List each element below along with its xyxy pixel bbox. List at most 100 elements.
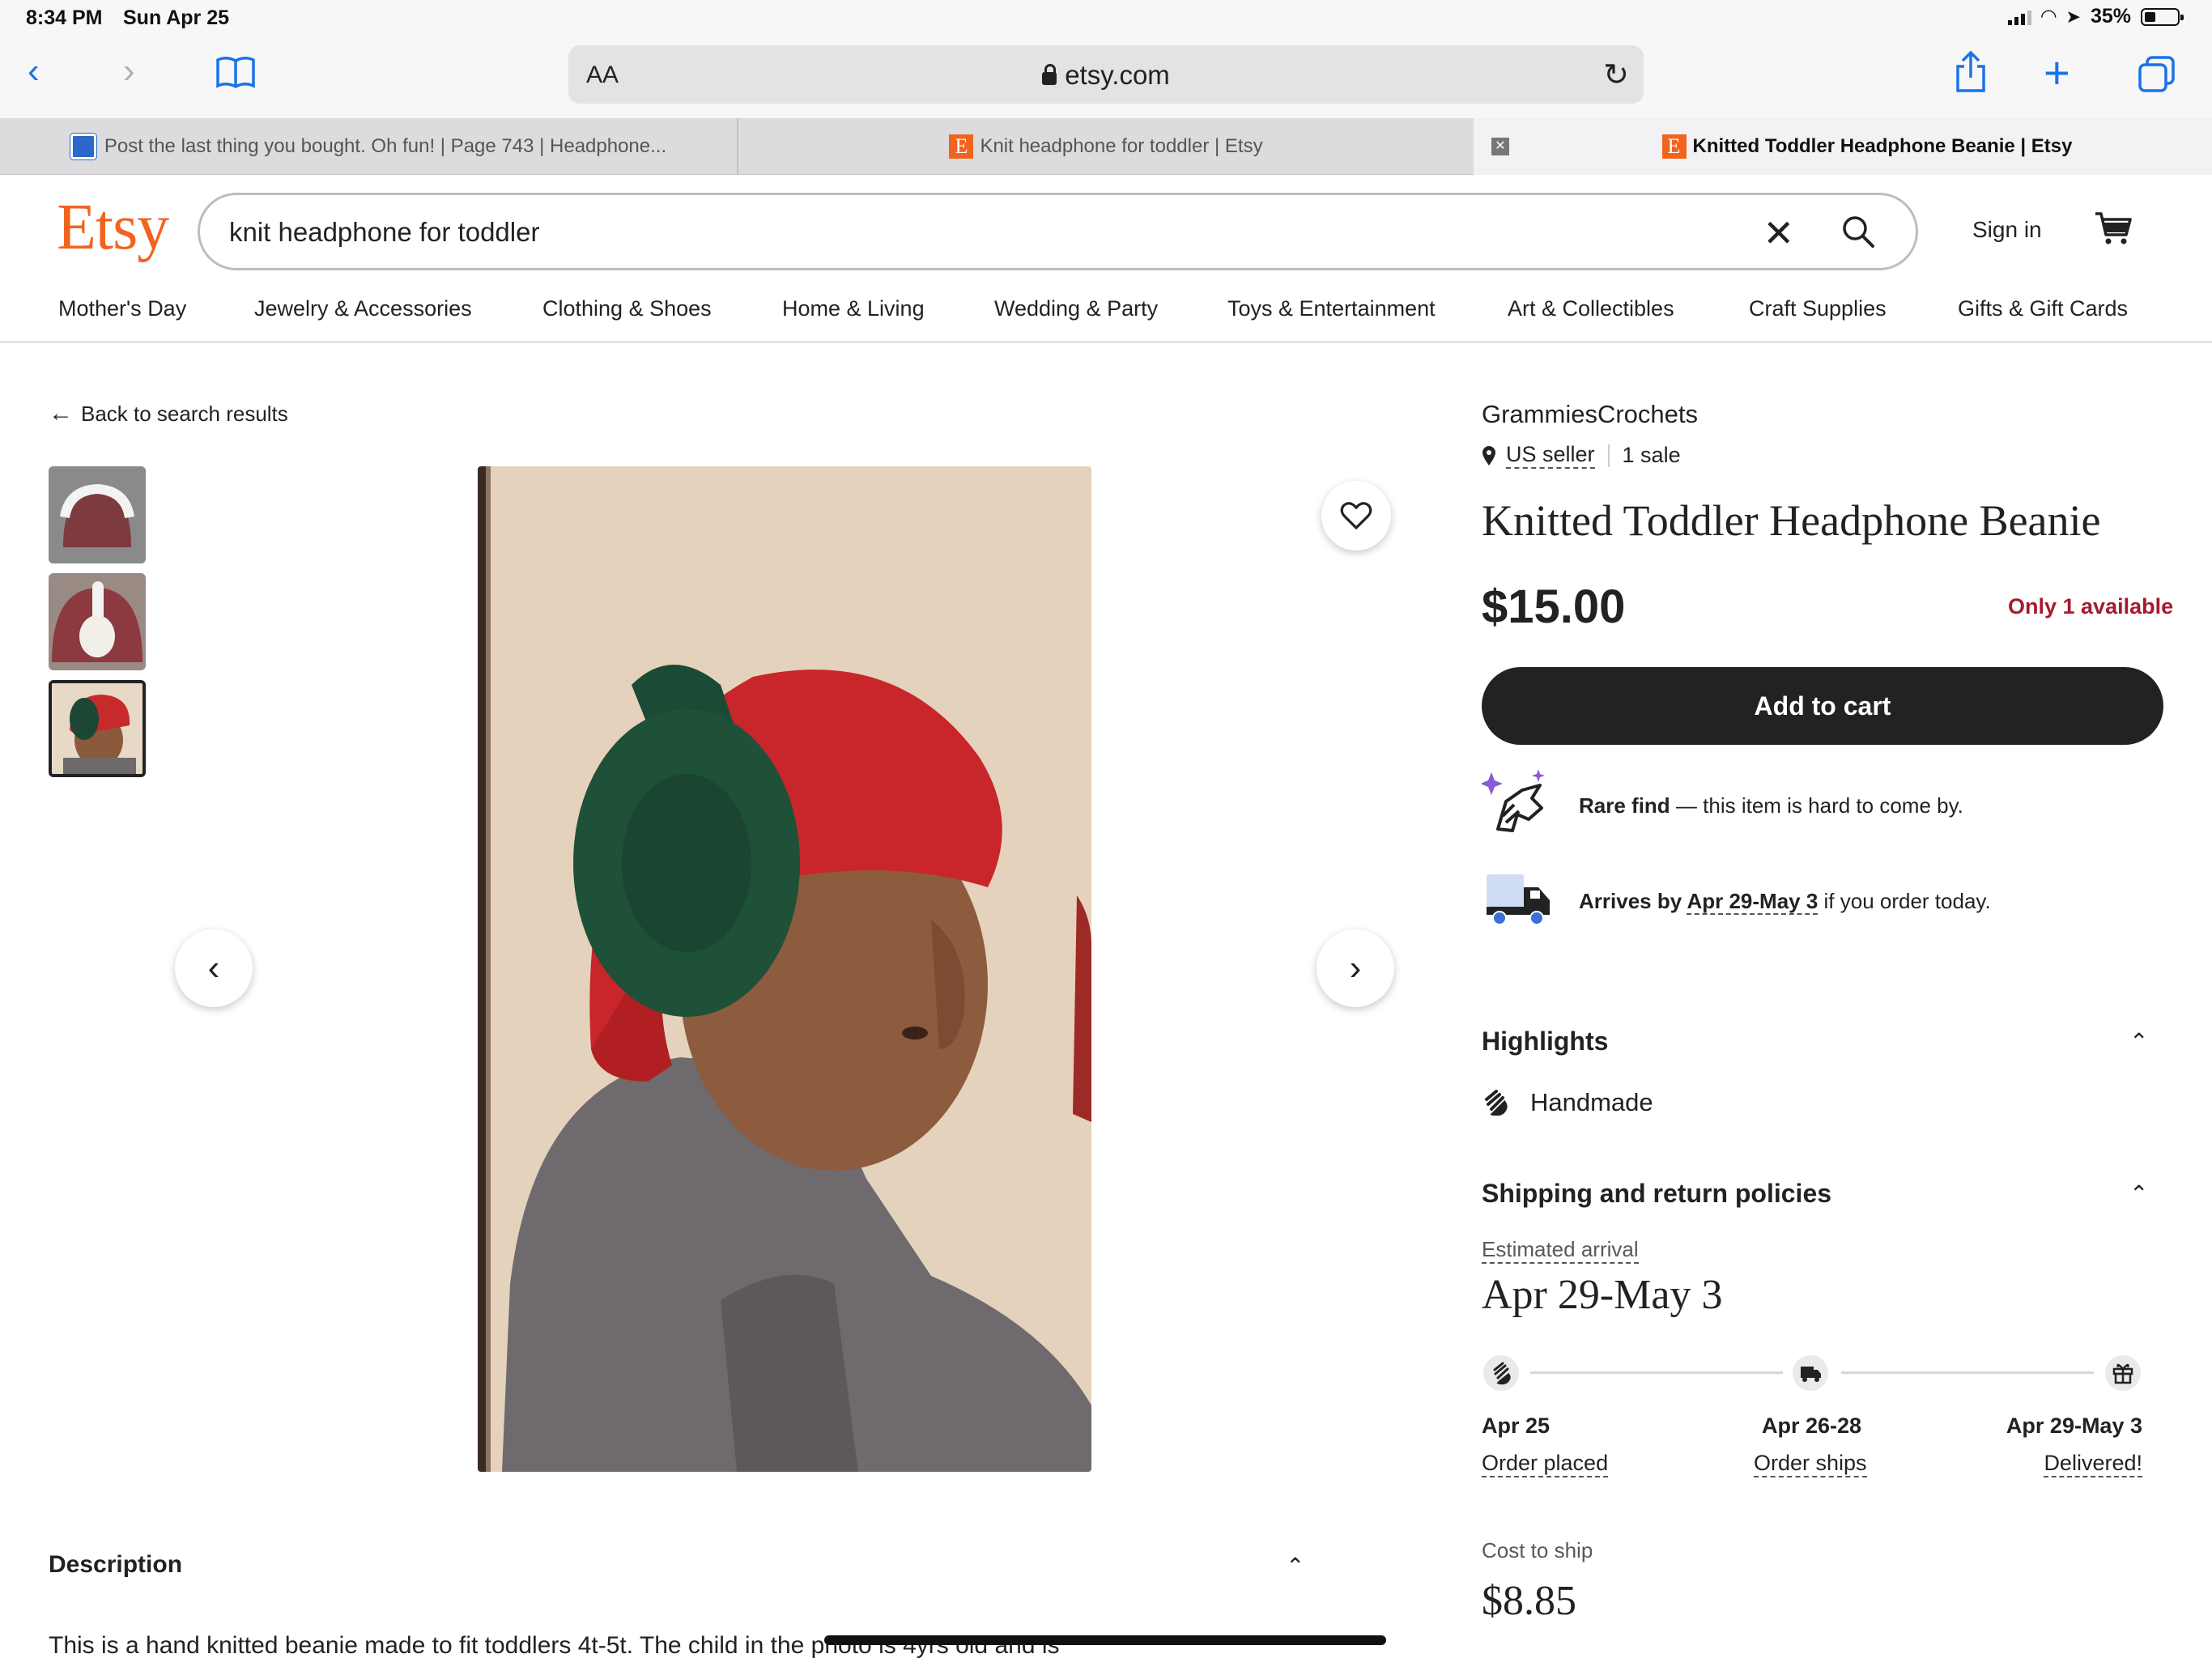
thumbnail-1[interactable]: [49, 466, 146, 563]
battery-percent: 35%: [2090, 5, 2131, 28]
product-title: Knitted Toddler Headphone Beanie: [1482, 496, 2101, 545]
add-to-cart-button[interactable]: Add to cart: [1482, 667, 2163, 745]
status-date: Sun Apr 25: [123, 6, 230, 29]
etsy-logo[interactable]: Etsy: [57, 191, 169, 265]
chevron-left-icon: ‹: [207, 948, 220, 988]
new-tab-icon[interactable]: +: [2044, 50, 2070, 96]
cart-icon[interactable]: [2094, 209, 2133, 248]
timeline-label-ships[interactable]: Order ships: [1754, 1451, 1867, 1477]
shipping-heading[interactable]: Shipping and return policies: [1482, 1179, 1831, 1209]
back-label: Back to search results: [81, 402, 288, 426]
tab-overview-icon[interactable]: [2138, 55, 2176, 94]
forum-favicon-icon: [70, 134, 96, 159]
favorite-button[interactable]: [1321, 481, 1391, 551]
sign-in-link[interactable]: Sign in: [1972, 217, 2042, 243]
rare-find-rest: — this item is hard to come by.: [1670, 793, 1963, 818]
thumbnail-3-selected[interactable]: [49, 680, 146, 777]
reload-icon[interactable]: ↻: [1603, 57, 1629, 93]
timeline-line: [1530, 1371, 1783, 1374]
lock-icon: [1042, 64, 1057, 85]
category-jewelry[interactable]: Jewelry & Accessories: [254, 296, 472, 321]
tab-etsy-search[interactable]: E Knit headphone for toddler | Etsy: [738, 118, 1474, 175]
tab-label: Knitted Toddler Headphone Beanie | Etsy: [1692, 135, 2073, 157]
arrives-suffix: if you order today.: [1818, 889, 1991, 913]
product-photo: [478, 466, 1091, 1472]
order-ships-icon: [1793, 1355, 1828, 1391]
status-right: ◠ ➤ 35%: [2008, 5, 2184, 28]
tab-label: Knit headphone for toddler | Etsy: [980, 135, 1263, 157]
close-tab-icon[interactable]: ✕: [1491, 138, 1509, 155]
category-art[interactable]: Art & Collectibles: [1508, 296, 1674, 321]
sales-count: 1 sale: [1622, 443, 1681, 467]
tab-headphone-forum[interactable]: Post the last thing you bought. Oh fun! …: [0, 118, 737, 175]
back-to-results-link[interactable]: ← Back to search results: [49, 400, 288, 427]
us-seller-link[interactable]: US seller: [1506, 442, 1595, 469]
category-craft[interactable]: Craft Supplies: [1749, 296, 1887, 321]
home-indicator[interactable]: [824, 1635, 1386, 1645]
category-toys[interactable]: Toys & Entertainment: [1227, 296, 1436, 321]
heart-icon: [1340, 502, 1372, 530]
chevron-up-icon[interactable]: ⌃: [2129, 1180, 2148, 1207]
arrow-left-icon: ←: [49, 400, 73, 427]
highlight-handmade: Handmade: [1530, 1088, 1653, 1116]
availability-label: Only 1 available: [2008, 594, 2174, 619]
product-price: $15.00: [1482, 580, 1626, 633]
category-mothers-day[interactable]: Mother's Day: [58, 296, 186, 321]
timeline-date-ships: Apr 26-28: [1762, 1414, 1862, 1438]
arrives-prefix: Arrives by: [1579, 889, 1687, 913]
address-bar[interactable]: AA etsy.com ↻: [568, 45, 1644, 104]
chevron-up-icon[interactable]: ⌃: [2129, 1028, 2148, 1055]
shop-name-link[interactable]: GrammiesCrochets: [1482, 400, 1698, 429]
cellular-signal-icon: [2008, 9, 2032, 25]
category-nav: Mother's Day Jewelry & Accessories Cloth…: [0, 293, 2212, 343]
share-icon[interactable]: [1953, 50, 1989, 94]
search-icon[interactable]: [1841, 215, 1875, 249]
thumbnail-3-image: [52, 683, 143, 774]
separator: [1607, 444, 1610, 467]
arrives-date-link[interactable]: Apr 29-May 3: [1687, 889, 1819, 915]
next-image-button[interactable]: ›: [1317, 929, 1394, 1007]
url-display[interactable]: etsy.com: [568, 60, 1644, 91]
tab-etsy-listing[interactable]: E Knitted Toddler Headphone Beanie | Ets…: [1474, 118, 2212, 175]
timeline-date-placed: Apr 25: [1482, 1414, 1551, 1438]
url-text: etsy.com: [1065, 60, 1170, 90]
highlights-heading[interactable]: Highlights: [1482, 1027, 1608, 1056]
category-home[interactable]: Home & Living: [782, 296, 925, 321]
thumbnail-2[interactable]: [49, 573, 146, 670]
chevron-up-icon[interactable]: ⌃: [1286, 1553, 1304, 1579]
cost-to-ship-value: $8.85: [1482, 1578, 1576, 1624]
category-clothing[interactable]: Clothing & Shoes: [542, 296, 712, 321]
seller-info: US seller 1 sale: [1482, 442, 1681, 469]
timeline-label-delivered[interactable]: Delivered!: [2044, 1451, 2142, 1477]
thumbnail-2-image: [49, 573, 146, 670]
category-wedding[interactable]: Wedding & Party: [994, 296, 1158, 321]
status-bar: 8:34 PM Sun Apr 25 ◠ ➤ 35%: [0, 0, 2212, 37]
rare-find-bold: Rare find: [1579, 793, 1670, 818]
back-icon[interactable]: ‹: [28, 53, 40, 89]
search-query: knit headphone for toddler: [229, 217, 540, 247]
estimated-arrival-label[interactable]: Estimated arrival: [1482, 1237, 1639, 1264]
bookmarks-icon[interactable]: [215, 55, 256, 89]
forward-icon[interactable]: ›: [123, 53, 135, 89]
estimated-arrival-date: Apr 29-May 3: [1482, 1272, 1723, 1318]
previous-image-button[interactable]: ‹: [175, 929, 253, 1007]
tab-label: Post the last thing you bought. Oh fun! …: [104, 135, 667, 157]
etsy-favicon-icon: E: [949, 134, 974, 159]
rare-find-line: Rare find — this item is hard to come by…: [1579, 793, 1963, 818]
wifi-icon: ◠: [2041, 6, 2057, 28]
clear-search-icon[interactable]: ✕: [1763, 211, 1794, 255]
etsy-favicon-icon: E: [1661, 134, 1687, 159]
timeline-label-placed[interactable]: Order placed: [1482, 1451, 1609, 1477]
chevron-right-icon: ›: [1349, 948, 1362, 988]
description-heading[interactable]: Description: [49, 1551, 182, 1579]
thumbnail-1-image: [49, 466, 146, 563]
order-placed-icon: [1483, 1355, 1519, 1391]
delivered-gift-icon: [2105, 1355, 2141, 1391]
search-input[interactable]: knit headphone for toddler ✕: [198, 193, 1918, 270]
browser-toolbar: ‹ › AA etsy.com ↻ +: [0, 37, 2212, 118]
arrival-line: Arrives by Apr 29-May 3 if you order tod…: [1579, 889, 1991, 915]
category-gifts[interactable]: Gifts & Gift Cards: [1958, 296, 2128, 321]
timeline-date-delivered: Apr 29-May 3: [2006, 1414, 2142, 1438]
rare-find-unicorn-icon: [1482, 769, 1545, 832]
location-icon: ➤: [2065, 6, 2081, 27]
